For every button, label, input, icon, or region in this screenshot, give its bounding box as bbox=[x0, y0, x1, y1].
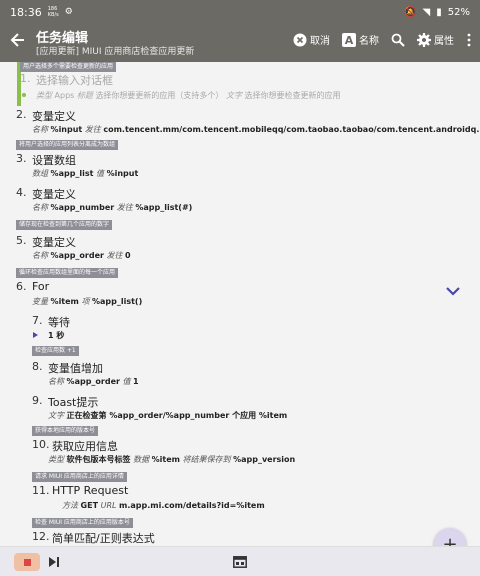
task-title: 变量定义 bbox=[32, 110, 76, 123]
step-forward-icon[interactable] bbox=[48, 556, 60, 568]
font-a-icon: A bbox=[342, 32, 356, 47]
task-number: 7. bbox=[32, 314, 43, 327]
bottom-toolbar bbox=[0, 546, 480, 576]
task-item[interactable]: 12. 简单匹配/正则表达式 bbox=[0, 530, 480, 546]
name-label: 名称 bbox=[359, 36, 379, 47]
task-title: 设置数组 bbox=[32, 154, 76, 167]
task-params: 名称 %input 发往 com.tencent.mm/com.tencent.… bbox=[32, 125, 480, 134]
back-arrow-icon[interactable] bbox=[10, 31, 26, 49]
more-vert-icon[interactable] bbox=[466, 33, 472, 47]
task-item[interactable]: 7. 等待 1 秒 bbox=[0, 314, 480, 344]
task-params: 名称 %app_order 发往 0 bbox=[32, 251, 131, 260]
task-item[interactable]: 8. 变量值增加 名称 %app_order 值 1 bbox=[0, 360, 480, 394]
task-number: 12. bbox=[32, 530, 50, 543]
task-list[interactable]: 用户选择多个需要检查更新的应用 1. 选择输入对话框 类型 Apps 标题 选择… bbox=[0, 62, 480, 546]
mute-icon: 🔕 bbox=[404, 6, 417, 18]
network-speed: 186 KB/s bbox=[47, 6, 59, 18]
svg-text:A: A bbox=[345, 34, 354, 47]
task-number: 9. bbox=[32, 394, 43, 407]
clock: 18:36 bbox=[10, 5, 42, 19]
task-number: 6. bbox=[16, 280, 27, 293]
task-item[interactable]: 5. 变量定义 名称 %app_order 发往 0 bbox=[0, 234, 480, 268]
task-comment: 获得本地应用的版本号 bbox=[32, 426, 99, 436]
task-params: 类型 软件包版本号标签 数据 %item 将结果保存到 %app_version bbox=[48, 455, 296, 464]
task-number: 2. bbox=[16, 108, 27, 121]
task-number: 3. bbox=[16, 152, 27, 165]
task-number: 4. bbox=[16, 186, 27, 199]
task-comment: 请求 MIUI 应用商店上的应用详情 bbox=[32, 472, 127, 482]
task-title: 等待 bbox=[48, 316, 70, 329]
task-item[interactable]: 2. 变量定义 名称 %input 发往 com.tencent.mm/com.… bbox=[0, 108, 480, 142]
task-comment: 用户选择多个需要检查更新的应用 bbox=[20, 62, 117, 72]
task-number: 5. bbox=[16, 234, 27, 247]
task-params: 变量 %item 项 %app_list() bbox=[32, 297, 143, 306]
battery-level: 52% bbox=[447, 6, 470, 18]
task-title: For bbox=[32, 280, 50, 293]
task-title: 简单匹配/正则表达式 bbox=[52, 532, 155, 545]
task-number: 11. bbox=[32, 484, 50, 497]
stop-icon bbox=[23, 558, 31, 566]
task-item[interactable]: 9. Toast提示 文字 正在检查第 %app_order/%app_numb… bbox=[0, 394, 480, 428]
task-title: HTTP Request bbox=[52, 484, 129, 497]
task-comment: 检查 MIUI 应用商店上的应用版本号 bbox=[32, 518, 133, 528]
notification-icon: ⚙ bbox=[64, 7, 73, 17]
task-comment: 循环检查应用数组里面的每一个应用 bbox=[16, 268, 119, 278]
properties-label: 属性 bbox=[434, 36, 454, 47]
task-comment: 检查应用数 +1 bbox=[32, 346, 79, 356]
task-title: Toast提示 bbox=[48, 396, 99, 409]
task-params: 文字 正在检查第 %app_order/%app_number 个应用 %ite… bbox=[48, 411, 288, 420]
chevron-down-icon[interactable] bbox=[446, 286, 460, 296]
task-params: 类型 Apps 标题 选择你想要更新的应用（支持多个） 文字 选择你想要检查更新… bbox=[36, 91, 341, 100]
task-item[interactable]: 3. 设置数组 数组 %app_list 值 %input bbox=[0, 152, 480, 186]
task-item[interactable]: 4. 变量定义 名称 %app_number 发往 %app_list(#) bbox=[0, 186, 480, 220]
task-item[interactable]: 11. HTTP Request 方法 GET URL m.app.mi.com… bbox=[0, 484, 480, 518]
task-title: 选择输入对话框 bbox=[36, 74, 113, 87]
task-params: 数组 %app_list 值 %input bbox=[32, 169, 139, 178]
task-params: 名称 %app_order 值 1 bbox=[48, 377, 139, 386]
gear-icon bbox=[417, 32, 431, 47]
task-title: 变量定义 bbox=[32, 236, 76, 249]
disabled-dot bbox=[22, 93, 26, 97]
task-comment: 储存现在检查到第几个应用的数字 bbox=[16, 220, 113, 230]
status-bar: 18:36 186 KB/s ⚙ 🔕 ◥ ▮ 52% bbox=[0, 0, 480, 24]
name-button[interactable]: A 名称 bbox=[342, 32, 379, 47]
task-item[interactable]: 1. 选择输入对话框 类型 Apps 标题 选择你想要更新的应用（支持多个） 文… bbox=[0, 72, 480, 106]
task-params: 名称 %app_number 发往 %app_list(#) bbox=[32, 203, 193, 212]
cancel-label: 取消 bbox=[310, 36, 330, 47]
task-params: 1 秒 bbox=[48, 331, 65, 340]
stop-button[interactable] bbox=[14, 553, 40, 571]
cancel-icon bbox=[293, 33, 307, 46]
task-comment: 将用户选择的应用列表分离成为数组 bbox=[16, 140, 119, 150]
task-item[interactable]: 10. 获取应用信息 类型 软件包版本号标签 数据 %item 将结果保存到 %… bbox=[0, 438, 480, 472]
task-title: 获取应用信息 bbox=[52, 440, 118, 453]
battery-icon: ▮ bbox=[436, 6, 442, 18]
page-subtitle: [应用更新] MIUI 应用商店检查应用更新 bbox=[36, 47, 195, 57]
task-number: 10. bbox=[32, 438, 50, 451]
task-item[interactable]: 6. For 变量 %item 项 %app_list() bbox=[0, 280, 480, 314]
app-bar: 任务编辑 [应用更新] MIUI 应用商店检查应用更新 取消 A 名称 属性 bbox=[0, 24, 480, 62]
search-icon[interactable] bbox=[391, 33, 405, 47]
play-arrow-icon bbox=[33, 332, 38, 338]
task-number: 1. bbox=[20, 72, 31, 85]
web-panel-icon[interactable] bbox=[233, 556, 247, 568]
wifi-icon: ◥ bbox=[422, 6, 431, 18]
task-params: 方法 GET URL m.app.mi.com/details?id=%item bbox=[62, 501, 265, 510]
task-number: 8. bbox=[32, 360, 43, 373]
cancel-button[interactable]: 取消 bbox=[293, 32, 330, 47]
properties-button[interactable]: 属性 bbox=[417, 32, 454, 47]
task-title: 变量值增加 bbox=[48, 362, 103, 375]
task-title: 变量定义 bbox=[32, 188, 76, 201]
